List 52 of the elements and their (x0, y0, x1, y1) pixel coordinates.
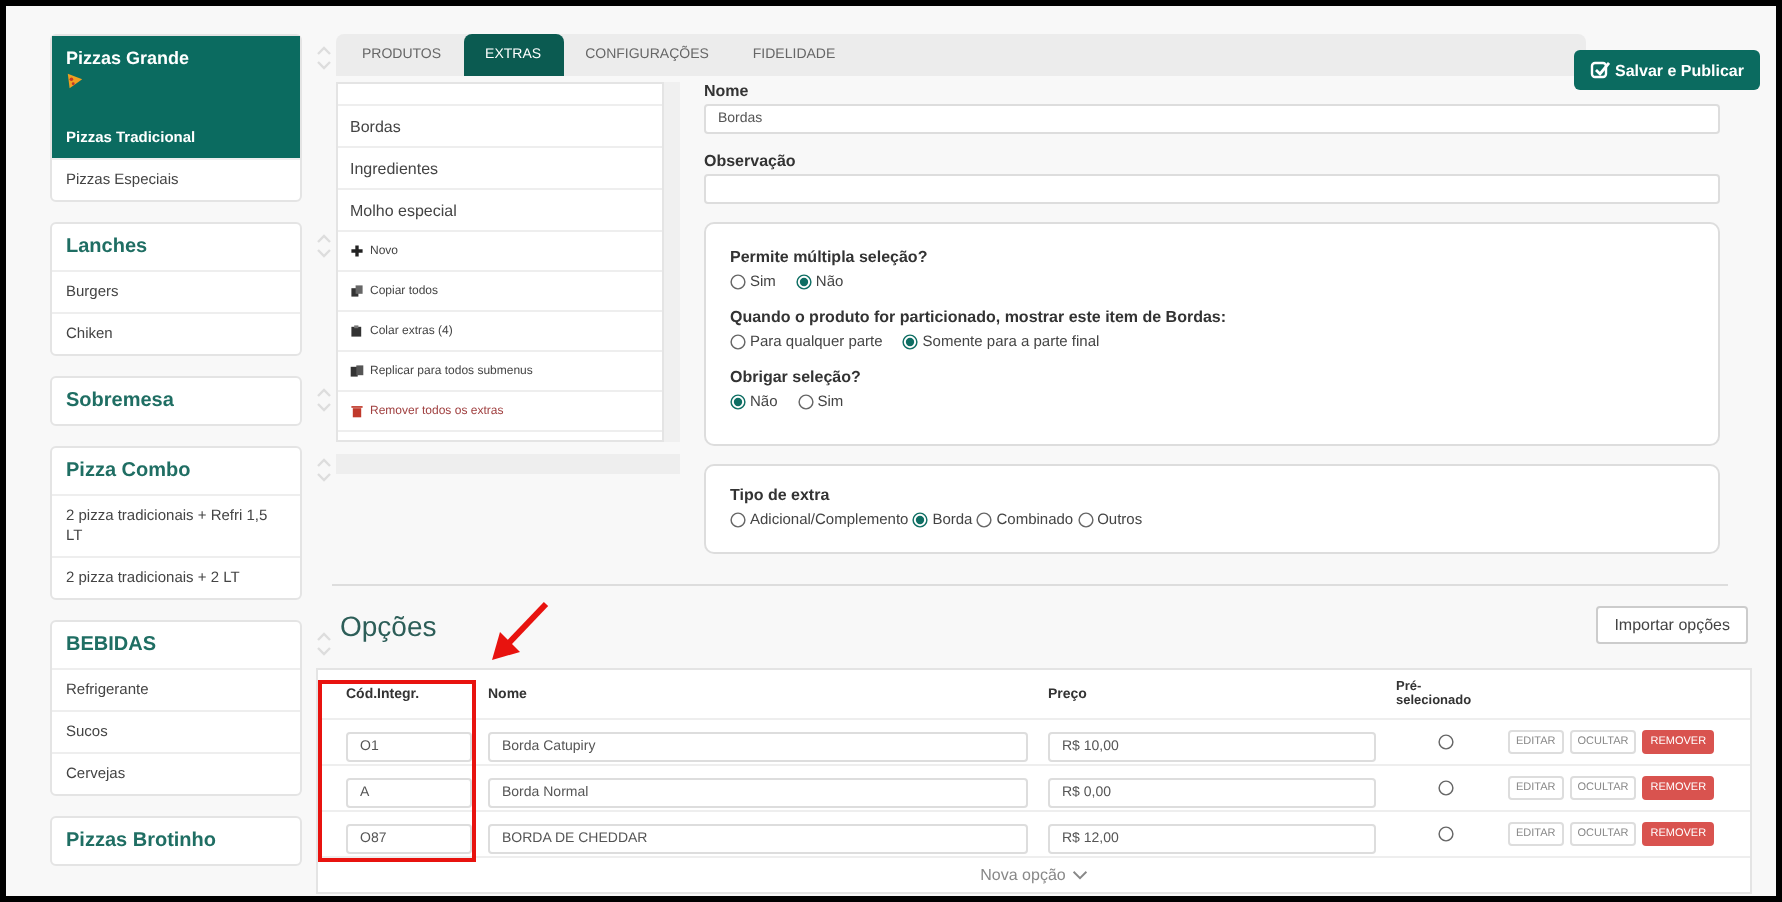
save-publish-button[interactable]: Salvar e Publicar (1573, 50, 1760, 90)
trash-icon (350, 404, 364, 418)
radio-button[interactable] (730, 393, 746, 409)
arrow-annotation (486, 598, 554, 666)
question-label: Permite múltipla seleção? (730, 248, 930, 266)
field-label: Observação (704, 152, 798, 170)
menu-group-title: Lanches (66, 236, 150, 258)
chevron-down-icon (1071, 870, 1088, 880)
question-label: Tipo de extra (730, 486, 832, 504)
pizza-slice-icon (66, 72, 84, 90)
checkbox-icon (1589, 60, 1610, 80)
copy-icon (350, 284, 364, 298)
radio-button[interactable] (730, 273, 746, 289)
radio-button[interactable] (902, 333, 919, 349)
extras-list-item[interactable]: Ingredientes (338, 148, 663, 190)
menu-group-header[interactable]: BEBIDAS (52, 622, 300, 668)
extras-item-label: Ingredientes (350, 159, 439, 177)
menu-group-title: Pizzas Brotinho (66, 830, 219, 852)
field-label: Nome (704, 82, 751, 100)
menu-group-header[interactable]: Pizzas Grande (52, 36, 300, 118)
menu-group-title: Sobremesa (66, 390, 176, 412)
menu-group-header[interactable]: Pizza Combo (52, 448, 300, 494)
question-label: Quando o produto for particionado, mostrar este item de Bordas: (730, 308, 1229, 326)
menu-group-title: BEBIDAS (66, 634, 159, 656)
clipboard-icon (350, 324, 364, 338)
plus-icon (350, 244, 364, 258)
menu-group-header[interactable]: Pizzas Brotinho (52, 818, 300, 864)
radio-button[interactable] (976, 511, 993, 527)
menu-group-title: Pizzas Grande (66, 48, 192, 68)
copy-icon (350, 364, 364, 378)
radio-button[interactable] (797, 393, 814, 409)
radio-button[interactable] (1438, 780, 1454, 796)
extras-item-label: Bordas (350, 117, 401, 135)
radio-button[interactable] (730, 333, 746, 349)
menu-group-header[interactable]: Lanches (52, 224, 300, 270)
radio-button[interactable] (795, 273, 812, 289)
radio-button[interactable] (1438, 826, 1454, 842)
radio-button[interactable] (912, 511, 929, 527)
menu-group-header[interactable]: Sobremesa (52, 378, 300, 424)
radio-button[interactable] (1077, 511, 1094, 527)
new-option-button[interactable]: Nova opção (968, 864, 1100, 886)
import-options-button[interactable]: Importar opções (1596, 606, 1748, 644)
extras-list-item[interactable]: Bordas (338, 106, 663, 148)
radio-button[interactable] (1438, 734, 1454, 750)
vertical-scrollbar[interactable] (664, 82, 680, 442)
note-input-field[interactable] (704, 174, 1720, 204)
extras-item-label: Molho especial (350, 201, 457, 219)
question-label: Obrigar seleção? (730, 368, 863, 386)
section-title: Opções (340, 609, 437, 641)
menu-group-title: Pizza Combo (66, 460, 193, 482)
radio-button[interactable] (730, 511, 746, 527)
extras-list-item[interactable]: Molho especial (338, 190, 663, 232)
